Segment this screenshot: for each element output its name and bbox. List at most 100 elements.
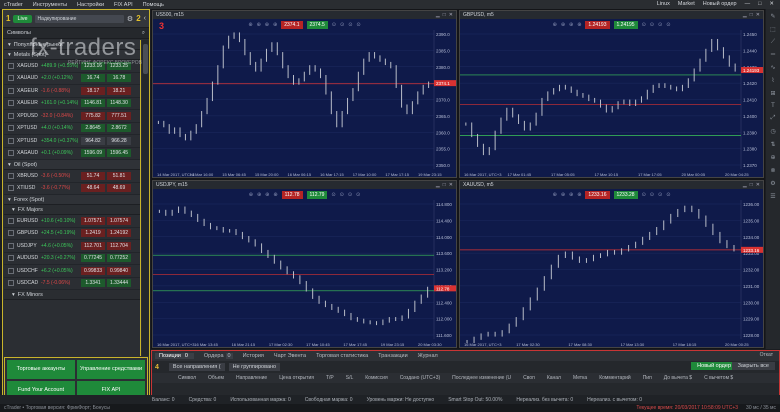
symbol-ask[interactable]: 112.704 — [107, 241, 131, 250]
zoom-icon[interactable]: ⊕ — [249, 192, 253, 198]
template-icon[interactable]: ⊙ — [340, 22, 344, 28]
chart-plot[interactable]: 1.24501.24401.24301.24201.24101.24001.23… — [460, 30, 765, 179]
watchlist-row[interactable]: XAGEUR -1.6 (-0.88%) 18.17 18.21 — [4, 85, 140, 98]
favorite-checkbox[interactable] — [8, 185, 14, 192]
chart-plot[interactable]: 2390.02385.02380.02375.02370.02365.02360… — [153, 30, 458, 179]
trading-accounts-button[interactable]: Торговые аккаунты — [7, 360, 75, 379]
symbol-bid[interactable]: 112.701 — [81, 241, 105, 250]
layout-linux[interactable]: Linux — [657, 1, 670, 7]
settings-icon[interactable]: ⊙ — [332, 22, 336, 28]
symbol-bid[interactable]: 18.17 — [81, 86, 105, 95]
sell-price-button[interactable]: 1233.16 — [585, 190, 610, 199]
buy-price-button[interactable]: 112.79 — [306, 190, 328, 199]
symbol-ask[interactable]: 2.8672 — [107, 124, 131, 133]
search-icon[interactable]: ⌕ — [142, 30, 145, 37]
tab-6[interactable]: Журнал — [418, 353, 438, 359]
symbol-bid[interactable]: 775.82 — [81, 111, 105, 120]
watchlist-row[interactable]: XAUAUD +2.0 (+0.12%) 16.74 16.78 — [4, 72, 140, 85]
symbol-bid[interactable]: 48.64 — [81, 184, 105, 193]
symbol-bid[interactable]: 964.82 — [81, 136, 105, 145]
tool-icon[interactable]: ⬚ — [770, 26, 776, 33]
drawing-icon[interactable]: ⊕ — [577, 22, 581, 28]
favorite-checkbox[interactable] — [8, 75, 14, 82]
close-icon[interactable]: ✕ — [756, 12, 760, 18]
crosshair-icon[interactable]: ⊕ — [257, 22, 261, 28]
indicator-icon[interactable]: ⊕ — [569, 22, 573, 28]
menu-item-ctrader[interactable]: cTrader — [4, 2, 23, 8]
watchlist-scrollbar[interactable] — [142, 40, 149, 356]
column-header[interactable]: С вычетом $ — [704, 375, 733, 381]
close-icon[interactable]: ✕ — [756, 182, 760, 188]
scroll-thumb[interactable] — [143, 44, 148, 74]
watchlist-row[interactable]: USDJPY +4.6 (+0.05%) 112.701 112.704 — [4, 240, 140, 253]
minimize-icon[interactable]: ▁ — [743, 12, 747, 18]
watchlist-subgroup[interactable]: ▾ FX Majors — [4, 205, 140, 215]
watchlist-row[interactable]: XBRUSD -3.6 (-0.50%) 51.74 51.81 — [4, 170, 140, 183]
market-select[interactable]: Market — [678, 1, 695, 7]
tool-icon[interactable]: T — [771, 103, 775, 109]
favorite-checkbox[interactable] — [8, 100, 14, 107]
new-order-button[interactable]: Новый ордер — [691, 362, 737, 370]
watchlist-row[interactable]: AUDUSD +20.3 (+0.27%) 0.77245 0.77252 — [4, 252, 140, 265]
column-header[interactable]: Цена открытия — [279, 375, 314, 381]
zoom-icon[interactable]: ⊕ — [553, 22, 557, 28]
maximize-icon[interactable]: □ — [443, 12, 446, 18]
watchlist-row[interactable]: XTIUSD -3.6 (-0.77%) 48.64 48.69 — [4, 182, 140, 195]
tab-2[interactable]: История — [243, 353, 264, 359]
timeframe-icon[interactable]: ⊙ — [348, 192, 352, 198]
watchlist-row[interactable]: EURUSD +10.6 (+0.10%) 1.07571 1.07574 — [4, 215, 140, 228]
layout-icon[interactable]: ⊙ — [356, 192, 360, 198]
indicator-icon[interactable]: ⊕ — [265, 22, 269, 28]
favorite-checkbox[interactable] — [8, 150, 14, 157]
tool-icon[interactable]: ☰ — [770, 193, 775, 200]
symbol-ask[interactable]: 777.51 — [107, 111, 131, 120]
settings-icon[interactable]: ⊙ — [331, 192, 335, 198]
symbol-bid[interactable]: 1146.81 — [81, 99, 105, 108]
sort-select[interactable]: Надкупирование — [34, 14, 124, 23]
symbol-ask[interactable]: 1148.30 — [107, 99, 131, 108]
tool-icon[interactable]: ⟋ — [771, 39, 775, 46]
indicator-icon[interactable]: ⊕ — [569, 192, 573, 198]
template-icon[interactable]: ⊙ — [650, 22, 654, 28]
favorite-checkbox[interactable] — [8, 137, 14, 144]
column-header[interactable]: Направление — [236, 375, 267, 381]
expand-icon[interactable]: ▾ — [8, 162, 11, 168]
menu-item-fixapi[interactable]: FIX API — [114, 2, 133, 8]
column-header[interactable]: Комиссия — [365, 375, 387, 381]
symbol-bid[interactable]: 16.74 — [81, 74, 105, 83]
watchlist-row[interactable]: XPTUSD +4.0 (+0.14%) 2.8645 2.8672 — [4, 122, 140, 135]
symbol-bid[interactable]: 0.99833 — [81, 266, 105, 275]
tab-5[interactable]: Транзакции — [378, 353, 408, 359]
minimize-icon[interactable]: ▁ — [436, 182, 440, 188]
favorite-checkbox[interactable] — [8, 267, 14, 274]
symbol-bid[interactable]: 0.77245 — [81, 254, 105, 263]
column-header[interactable]: Пип — [643, 375, 652, 381]
buy-price-button[interactable]: 2374.5 — [306, 20, 328, 29]
expand-icon[interactable]: ▾ — [12, 207, 15, 213]
watchlist-row[interactable]: XAGUSD +489.9 (+0.55%) 1233.16 1233.25 — [4, 60, 140, 73]
column-header[interactable]: S/L — [346, 375, 354, 381]
direction-filter[interactable]: Все направления ( — [168, 363, 225, 371]
tool-icon[interactable]: ⤢ — [771, 115, 776, 122]
tool-icon[interactable]: ⊕ — [770, 154, 775, 161]
watchlist-row[interactable]: USDCHF +6.2 (+0.05%) 0.99833 0.99840 — [4, 265, 140, 278]
tab-0[interactable]: Позиции 0 — [155, 353, 194, 359]
indicator-icon[interactable]: ⊕ — [265, 192, 269, 198]
timeframe-icon[interactable]: ⊙ — [348, 22, 352, 28]
watchlist-subgroup[interactable]: ▾ FX Minors — [4, 290, 140, 300]
symbol-bid[interactable]: 1596.09 — [81, 149, 105, 158]
template-icon[interactable]: ⊙ — [650, 192, 654, 198]
tool-icon[interactable]: ⚙ — [770, 180, 775, 187]
chart-plot[interactable]: 1236.001235.001234.001233.001232.001231.… — [460, 200, 765, 349]
symbol-bid[interactable]: 2.8645 — [81, 124, 105, 133]
symbol-ask[interactable]: 1.07574 — [107, 216, 131, 225]
favorite-checkbox[interactable] — [8, 112, 14, 119]
favorite-checkbox[interactable] — [8, 62, 14, 69]
symbol-bid[interactable]: 1.3341 — [81, 279, 105, 288]
symbol-ask[interactable]: 18.21 — [107, 86, 131, 95]
watchlist-group[interactable]: ▾ Metals (Spot) — [4, 50, 140, 60]
favorite-checkbox[interactable] — [8, 217, 14, 224]
settings-icon[interactable]: ⊙ — [642, 192, 646, 198]
sell-price-button[interactable]: 1.24193 — [585, 20, 610, 29]
minimize-icon[interactable]: — — [745, 1, 751, 7]
